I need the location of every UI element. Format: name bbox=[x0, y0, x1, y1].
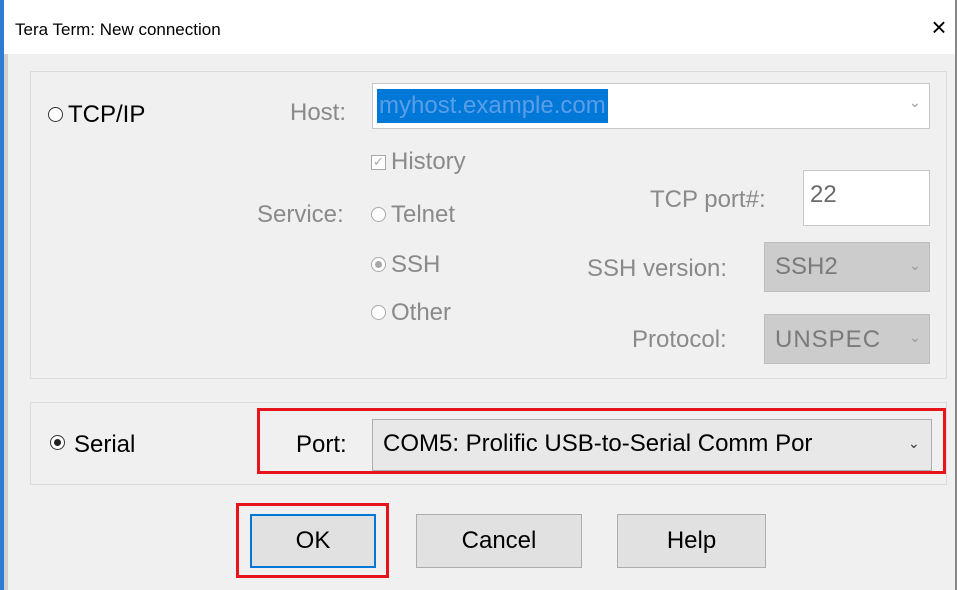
host-label: Host: bbox=[290, 99, 347, 126]
service-radio-other[interactable]: Other bbox=[371, 299, 501, 329]
ssh-version-value: SSH2 bbox=[775, 253, 838, 280]
title-bar[interactable]: Tera Term: New connection × bbox=[0, 0, 957, 54]
protocol-value: UNSPEC bbox=[775, 326, 882, 353]
other-radio-circle[interactable] bbox=[371, 305, 386, 320]
dialog-window: Tera Term: New connection × TCP/IP Host:… bbox=[0, 0, 957, 590]
service-label: Service: bbox=[257, 201, 344, 228]
protocol-label: Protocol: bbox=[632, 326, 727, 353]
serial-radio-circle[interactable] bbox=[50, 435, 65, 450]
ok-highlight-box bbox=[236, 503, 389, 578]
history-label: History bbox=[391, 148, 466, 175]
tcp-port-label: TCP port#: bbox=[650, 186, 766, 213]
tcpip-radio[interactable]: TCP/IP bbox=[48, 101, 188, 131]
tcpip-radio-label: TCP/IP bbox=[68, 101, 146, 128]
service-option-label: Other bbox=[391, 299, 452, 326]
chevron-down-icon[interactable]: ⌄ bbox=[909, 94, 921, 111]
ssh-radio-dot bbox=[374, 260, 382, 268]
tcpip-radio-circle[interactable] bbox=[48, 107, 63, 122]
service-option-label: SSH bbox=[391, 251, 441, 278]
host-input-value[interactable]: myhost.example.com bbox=[377, 89, 608, 123]
tcp-port-value: 22 bbox=[810, 181, 837, 208]
serial-radio-label: Serial bbox=[74, 431, 136, 458]
service-option-label: Telnet bbox=[391, 201, 456, 228]
protocol-select[interactable]: UNSPEC ⌄ bbox=[764, 314, 930, 364]
help-button[interactable]: Help bbox=[617, 514, 766, 568]
serial-radio[interactable]: Serial bbox=[50, 429, 180, 459]
service-radio-ssh[interactable]: SSH bbox=[371, 251, 501, 281]
service-radio-telnet[interactable]: Telnet bbox=[371, 201, 501, 231]
port-highlight-box bbox=[257, 408, 946, 474]
window-left-shade bbox=[4, 54, 8, 590]
ssh-version-select[interactable]: SSH2 ⌄ bbox=[764, 242, 930, 292]
cancel-button[interactable]: Cancel bbox=[416, 514, 582, 568]
window-title: Tera Term: New connection bbox=[15, 20, 221, 39]
telnet-radio-circle[interactable] bbox=[371, 207, 386, 222]
checkmark-icon[interactable]: ✓ bbox=[371, 155, 386, 170]
ssh-radio-circle[interactable] bbox=[371, 257, 386, 272]
close-icon[interactable]: × bbox=[926, 12, 952, 42]
serial-radio-dot bbox=[53, 438, 61, 446]
chevron-down-icon[interactable]: ⌄ bbox=[909, 329, 921, 346]
host-combobox[interactable]: myhost.example.com ⌄ bbox=[372, 83, 930, 129]
tcp-port-input[interactable]: 22 bbox=[803, 170, 930, 226]
history-checkbox[interactable]: ✓ History bbox=[371, 148, 511, 178]
chevron-down-icon[interactable]: ⌄ bbox=[909, 257, 921, 274]
ssh-version-label: SSH version: bbox=[587, 255, 728, 282]
